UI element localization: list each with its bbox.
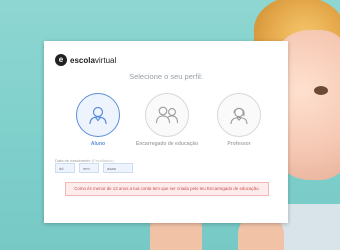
teacher-icon: [230, 107, 248, 125]
logo-mark: e: [55, 54, 67, 66]
profile-selection-card: e escolavirtual Selecione o seu perfil: …: [44, 41, 288, 223]
profile-label: Aluno: [90, 141, 106, 147]
dob-inputs: [55, 163, 137, 173]
profile-circle: [76, 93, 120, 137]
child-eye: [314, 86, 328, 95]
profile-circle: [217, 93, 261, 137]
page-title: Selecione o seu perfil:: [129, 72, 203, 81]
student-icon: [89, 106, 107, 125]
guardian-icon: [155, 106, 179, 124]
dob-year-input[interactable]: [103, 163, 133, 173]
logo[interactable]: e escolavirtual: [55, 54, 116, 66]
profile-option-teacher[interactable]: Professor: [206, 93, 272, 147]
profile-label: Professor: [227, 141, 251, 147]
logo-text-rest: virtual: [94, 55, 117, 65]
logo-text: escolavirtual: [70, 56, 116, 65]
profile-option-student[interactable]: Aluno: [65, 93, 131, 147]
profile-option-guardian[interactable]: Encarregado de educação: [134, 93, 200, 147]
dob-day-input[interactable]: [55, 163, 75, 173]
profile-circle: [145, 93, 189, 137]
logo-text-bold: escola: [70, 55, 95, 65]
age-warning-message: Como és menor de 13 anos a tua conta tem…: [65, 182, 269, 196]
dob-month-input[interactable]: [79, 163, 99, 173]
profile-label: Encarregado de educação: [135, 141, 199, 147]
